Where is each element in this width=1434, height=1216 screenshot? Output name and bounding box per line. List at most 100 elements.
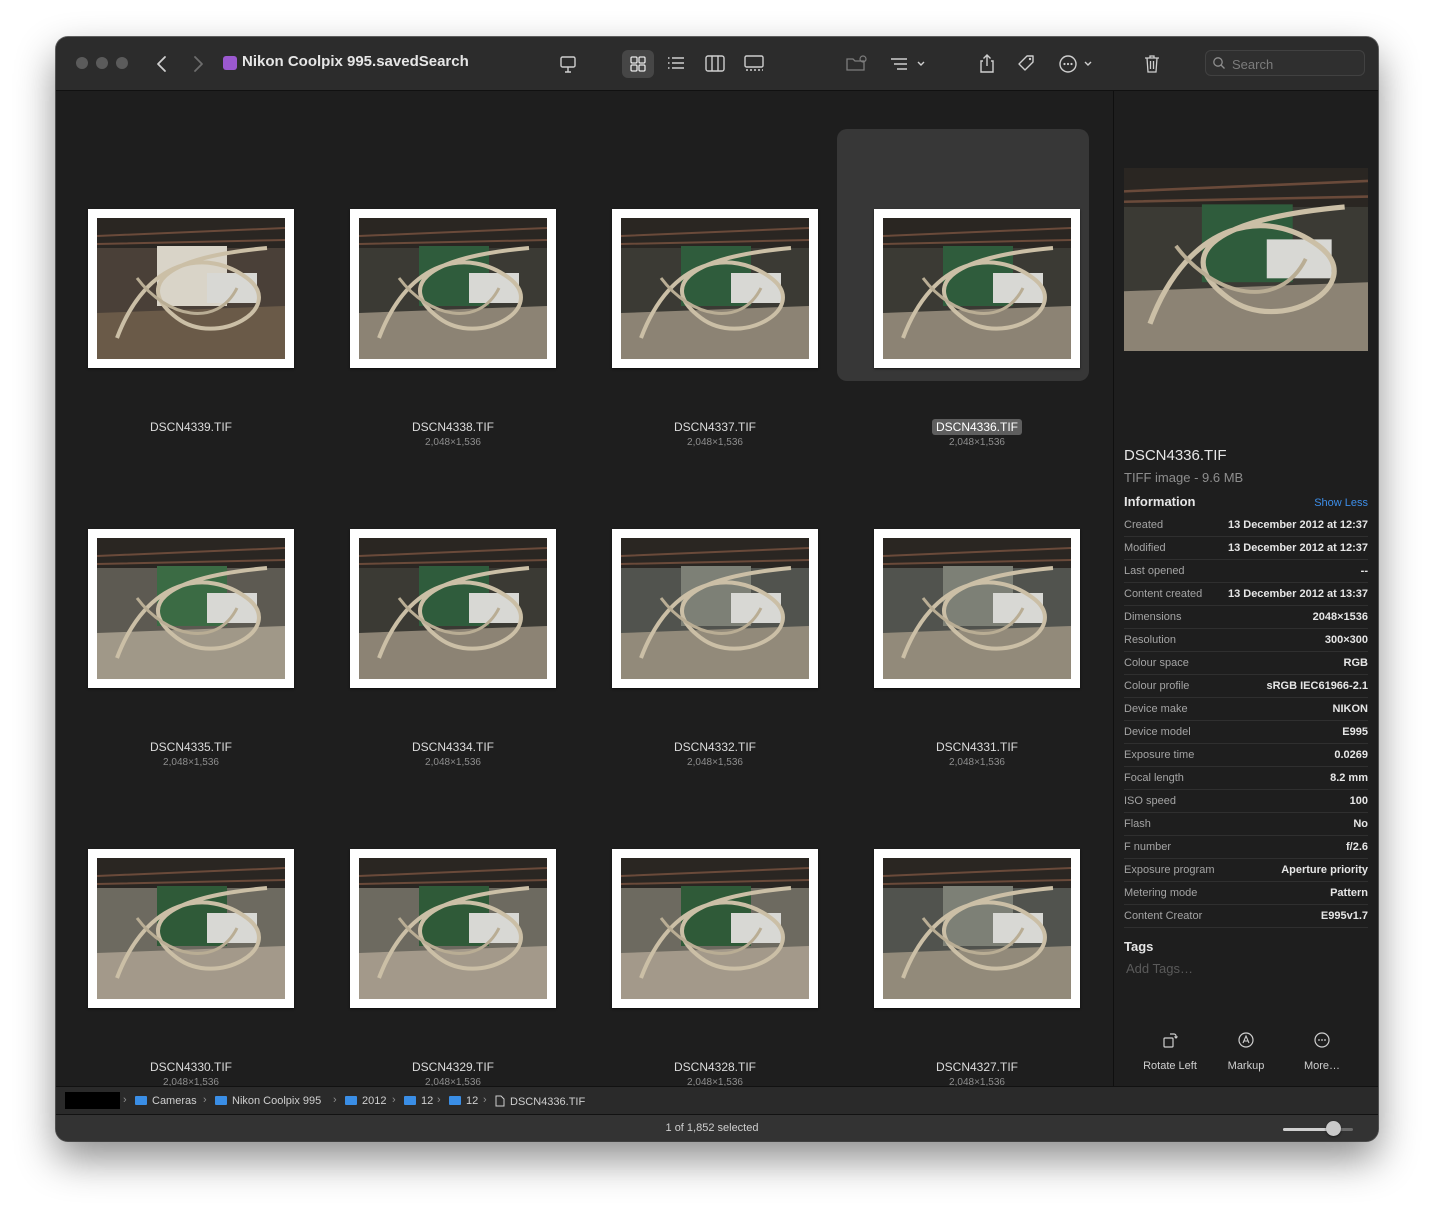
status-bar: 1 of 1,852 selected [56, 1114, 1378, 1141]
file-name: DSCN4330.TIF [149, 1060, 233, 1074]
metadata-row: Dimensions 2048×1536 [1124, 606, 1368, 629]
file-name: DSCN4329.TIF [411, 1060, 495, 1074]
share-button[interactable] [976, 51, 998, 77]
preview-image [1124, 168, 1368, 351]
gallery-icon [744, 55, 764, 71]
document-icon [495, 1095, 505, 1107]
path-item-month[interactable]: 12 [404, 1095, 433, 1107]
image-thumbnail[interactable] [88, 209, 294, 368]
path-item-camera-model[interactable]: Nikon Coolpix 995 [215, 1095, 321, 1107]
more-button[interactable]: More… [1284, 1031, 1360, 1072]
action-menu-button[interactable] [1057, 51, 1097, 77]
close-window-button[interactable] [76, 57, 88, 69]
show-less-link[interactable]: Show Less [1314, 497, 1368, 509]
folder-icon [449, 1096, 461, 1105]
grid-item[interactable]: DSCN4335.TIF 2,048×1,536 [88, 493, 350, 813]
path-separator: › [392, 1094, 396, 1106]
group-button[interactable] [558, 51, 578, 77]
folder-badge-icon [846, 55, 867, 71]
metadata-row: Colour space RGB [1124, 652, 1368, 675]
icon-view-button[interactable] [622, 50, 654, 78]
chevron-right-icon [194, 56, 203, 72]
metadata-key: ISO speed [1124, 795, 1176, 807]
grid-item[interactable]: DSCN4328.TIF 2,048×1,536 [612, 813, 874, 1133]
thumbnail-photo [883, 538, 1071, 679]
metadata-key: Exposure program [1124, 864, 1215, 876]
metadata-key: Colour space [1124, 657, 1189, 669]
image-thumbnail[interactable] [350, 849, 556, 1008]
thumbnail-photo [621, 218, 809, 359]
tags-button[interactable] [1015, 51, 1037, 77]
rotate-left-label: Rotate Left [1143, 1060, 1197, 1072]
column-view-button[interactable] [699, 50, 731, 78]
ellipsis-circle-icon [1314, 1032, 1330, 1048]
metadata-value: E995 [1342, 726, 1368, 738]
sort-menu-button[interactable] [888, 51, 930, 77]
path-item-file[interactable]: DSCN4336.TIF [495, 1095, 585, 1108]
rotate-left-button[interactable]: Rotate Left [1132, 1031, 1208, 1072]
grid-item[interactable]: DSCN4334.TIF 2,048×1,536 [350, 493, 612, 813]
metadata-key: Exposure time [1124, 749, 1195, 761]
thumbnail-photo [621, 858, 809, 999]
icon-size-slider[interactable] [1283, 1121, 1353, 1136]
image-thumbnail[interactable] [612, 529, 818, 688]
grid-item[interactable]: DSCN4331.TIF 2,048×1,536 [874, 493, 1136, 813]
list-view-button[interactable] [660, 50, 692, 78]
grid-item[interactable]: DSCN4327.TIF 2,048×1,536 [874, 813, 1136, 1133]
zoom-window-button[interactable] [116, 57, 128, 69]
sort-list-icon [891, 58, 925, 70]
metadata-key: Device model [1124, 726, 1191, 738]
metadata-value: sRGB IEC61966-2.1 [1266, 680, 1369, 692]
grid-item[interactable]: DSCN4337.TIF 2,048×1,536 [612, 173, 874, 493]
thumbnail-photo [97, 858, 285, 999]
path-item-day[interactable]: 12 [449, 1095, 478, 1107]
image-thumbnail[interactable] [612, 849, 818, 1008]
back-button[interactable] [154, 51, 170, 77]
path-item-cameras[interactable]: Cameras [135, 1095, 197, 1107]
trash-button[interactable] [1142, 51, 1162, 77]
metadata-value: f/2.6 [1345, 841, 1368, 853]
list-icon [668, 57, 684, 69]
metadata-value: 13 December 2012 at 12:37 [1227, 542, 1368, 554]
add-tags-field[interactable]: Add Tags… [1126, 961, 1193, 976]
markup-label: Markup [1227, 1060, 1265, 1072]
redacted-path-segment [65, 1092, 120, 1109]
image-thumbnail[interactable] [350, 529, 556, 688]
tag-icon [1018, 55, 1034, 71]
path-separator: › [483, 1094, 487, 1106]
grid-item[interactable]: DSCN4336.TIF 2,048×1,536 [837, 129, 1136, 493]
thumbnail-photo [97, 538, 285, 679]
image-thumbnail[interactable] [88, 529, 294, 688]
gallery-view-button[interactable] [738, 50, 770, 78]
file-name: DSCN4337.TIF [673, 420, 757, 434]
minimize-window-button[interactable] [96, 57, 108, 69]
grid-item[interactable]: DSCN4330.TIF 2,048×1,536 [88, 813, 350, 1133]
image-thumbnail[interactable] [874, 529, 1080, 688]
grid-item[interactable]: DSCN4329.TIF 2,048×1,536 [350, 813, 612, 1133]
search-input[interactable] [1230, 54, 1362, 74]
folder-icon [345, 1096, 357, 1105]
toolbar: Nikon Coolpix 995.savedSearch [56, 37, 1378, 91]
file-dimensions: 2,048×1,536 [163, 757, 219, 768]
file-dimensions: 2,048×1,536 [425, 757, 481, 768]
grid-item[interactable]: DSCN4338.TIF 2,048×1,536 [350, 173, 612, 493]
markup-button[interactable]: Markup [1208, 1031, 1284, 1072]
metadata-list: Created 13 December 2012 at 12:37 Modified… [1124, 514, 1368, 928]
grid-item[interactable]: DSCN4332.TIF 2,048×1,536 [612, 493, 874, 813]
more-label: More… [1303, 1060, 1341, 1072]
file-dimensions: 2,048×1,536 [687, 757, 743, 768]
new-folder-button[interactable] [844, 51, 868, 77]
forward-button[interactable] [190, 51, 206, 77]
image-thumbnail[interactable] [88, 849, 294, 1008]
grid-item[interactable]: DSCN4339.TIF [88, 173, 350, 493]
image-thumbnail[interactable] [612, 209, 818, 368]
search-field[interactable] [1205, 50, 1365, 76]
path-item-year[interactable]: 2012 [345, 1095, 386, 1107]
image-thumbnail[interactable] [874, 209, 1080, 368]
window-title: Nikon Coolpix 995.savedSearch [242, 53, 469, 70]
image-thumbnail[interactable] [874, 849, 1080, 1008]
metadata-row: Created 13 December 2012 at 12:37 [1124, 514, 1368, 537]
metadata-key: Resolution [1124, 634, 1176, 646]
presentation-icon [560, 56, 576, 73]
image-thumbnail[interactable] [350, 209, 556, 368]
